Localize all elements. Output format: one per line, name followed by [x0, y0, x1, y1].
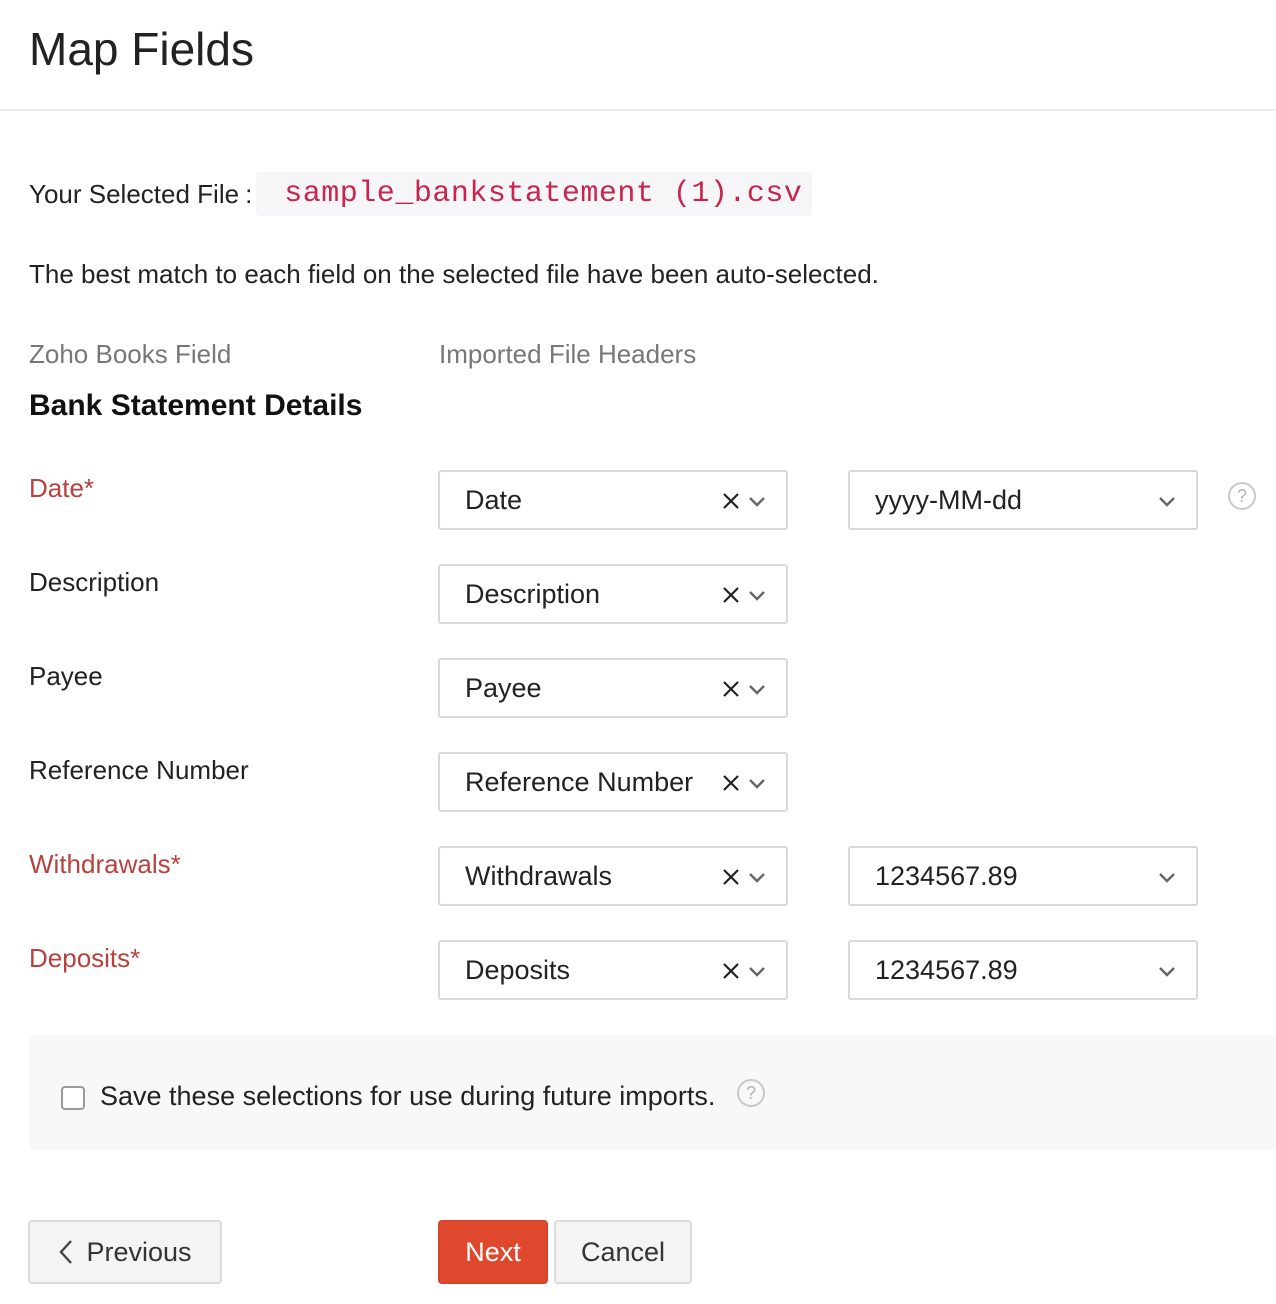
chevron-down-icon: [749, 685, 765, 695]
chevron-down-icon: [1159, 497, 1175, 507]
help-circle-icon[interactable]: ?: [737, 1079, 765, 1107]
date-header-select[interactable]: Date: [438, 470, 788, 530]
withdrawals-format-select[interactable]: 1234567.89: [848, 846, 1198, 906]
selected-file-separator: :: [245, 178, 253, 209]
selected-file-row: Your Selected File : sample_bankstatemen…: [29, 172, 813, 216]
chevron-left-icon: [59, 1240, 73, 1264]
save-selections-panel: Save these selections for use during fut…: [29, 1035, 1276, 1150]
map-fields-page: Map Fields Your Selected File : sample_b…: [0, 0, 1276, 1304]
withdrawals-header-select[interactable]: Withdrawals: [438, 846, 788, 906]
save-selections-label[interactable]: Save these selections for use during fut…: [100, 1081, 715, 1112]
deposits-format-select[interactable]: 1234567.89: [848, 940, 1198, 1000]
column-header-imported-headers: Imported File Headers: [439, 339, 697, 369]
previous-button[interactable]: Previous: [28, 1220, 222, 1284]
cancel-button[interactable]: Cancel: [554, 1220, 692, 1284]
field-label-description: Description: [29, 567, 160, 597]
deposits-format-value: 1234567.89: [875, 954, 1018, 985]
chevron-down-icon: [749, 497, 765, 507]
page-title: Map Fields: [29, 23, 254, 75]
close-icon[interactable]: [720, 678, 742, 700]
section-title: Bank Statement Details: [29, 389, 363, 422]
chevron-down-icon: [749, 779, 765, 789]
date-format-select[interactable]: yyyy-MM-dd: [848, 470, 1198, 530]
field-label-payee: Payee: [29, 661, 103, 691]
previous-button-label: Previous: [86, 1236, 192, 1267]
reference-number-header-select[interactable]: Reference Number: [438, 752, 788, 812]
description-header-select[interactable]: Description: [438, 564, 788, 624]
chevron-down-icon: [749, 967, 765, 977]
page-header: Map Fields: [0, 0, 1276, 111]
selected-file-name: sample_bankstatement (1).csv: [256, 172, 813, 216]
close-icon[interactable]: [720, 490, 742, 512]
column-header-zoho-field: Zoho Books Field: [29, 339, 232, 369]
next-button[interactable]: Next: [438, 1220, 548, 1284]
chevron-down-icon: [749, 873, 765, 883]
close-icon[interactable]: [720, 584, 742, 606]
deposits-header-select[interactable]: Deposits: [438, 940, 788, 1000]
save-selections-checkbox[interactable]: [61, 1086, 85, 1110]
auto-select-info: The best match to each field on the sele…: [29, 259, 879, 289]
field-label-date: Date*: [29, 473, 95, 503]
chevron-down-icon: [749, 591, 765, 601]
field-label-reference-number: Reference Number: [29, 755, 249, 785]
close-icon[interactable]: [720, 772, 742, 794]
field-label-deposits: Deposits*: [29, 943, 141, 973]
payee-header-select[interactable]: Payee: [438, 658, 788, 718]
date-format-value: yyyy-MM-dd: [875, 484, 1022, 515]
field-label-withdrawals: Withdrawals*: [29, 849, 181, 879]
chevron-down-icon: [1159, 873, 1175, 883]
chevron-down-icon: [1159, 967, 1175, 977]
close-icon[interactable]: [720, 960, 742, 982]
withdrawals-format-value: 1234567.89: [875, 860, 1018, 891]
selected-file-label: Your Selected File: [29, 178, 240, 209]
help-circle-icon[interactable]: ?: [1228, 482, 1256, 510]
close-icon[interactable]: [720, 866, 742, 888]
